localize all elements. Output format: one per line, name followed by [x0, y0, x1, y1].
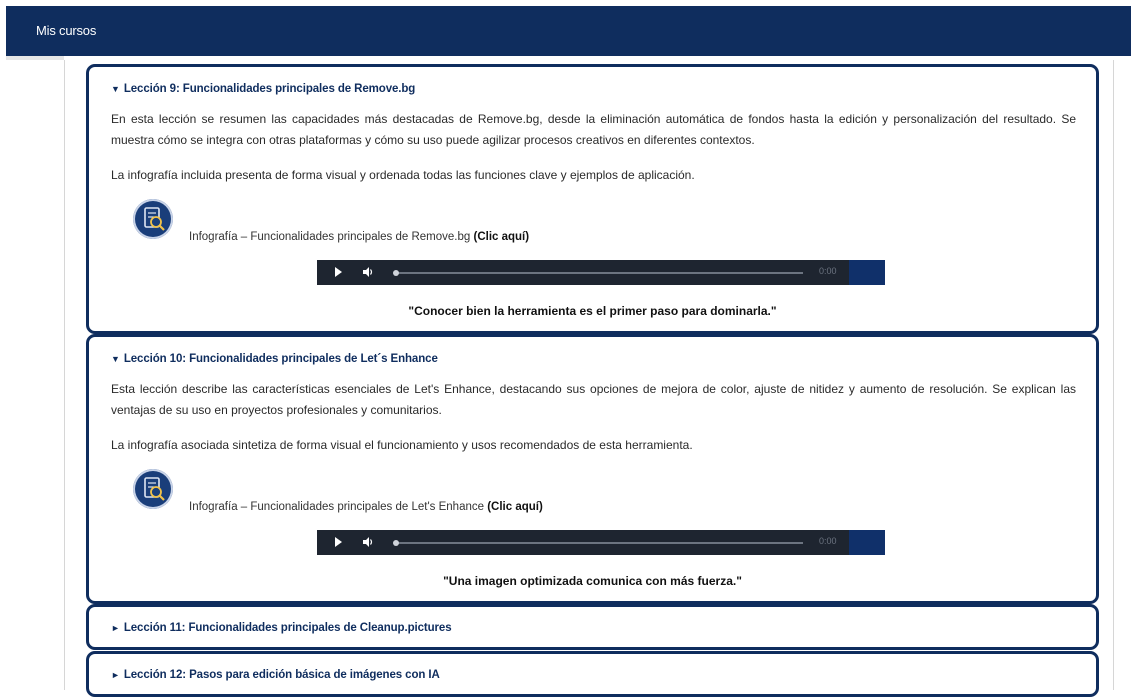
lesson-10-toggle[interactable]: ▼ Lección 10: Funcionalidades principales… — [111, 353, 438, 365]
lesson-10-section: ▼ Lección 10: Funcionalidades principales… — [86, 334, 1099, 604]
lesson-11-toggle[interactable]: ► Lección 11: Funcionalidades principales… — [111, 622, 452, 634]
top-navbar: Mis cursos — [6, 6, 1131, 56]
lesson-10-infographic-line: Infografía – Funcionalidades principales… — [189, 501, 543, 513]
lesson-9-section: ▼ Lección 9: Funcionalidades principales … — [86, 64, 1099, 334]
lesson-12-section[interactable]: ► Lección 12: Pasos para edición básica d… — [86, 651, 1099, 697]
nav-active-indicator — [6, 56, 64, 60]
audio-progress-track[interactable] — [395, 542, 803, 544]
volume-icon[interactable] — [362, 536, 374, 548]
volume-icon[interactable] — [362, 266, 374, 278]
play-icon[interactable] — [335, 267, 342, 277]
content-right-border — [1113, 60, 1114, 690]
audio-time: 0:00 — [819, 536, 837, 546]
audio-progress-handle[interactable] — [393, 270, 399, 276]
lesson-9-quote: "Conocer bien la herramienta es el prime… — [408, 304, 777, 318]
lesson-9-infographic-link[interactable]: (Clic aquí) — [473, 231, 529, 243]
lesson-9-toggle[interactable]: ▼ Lección 9: Funcionalidades principales … — [111, 83, 415, 95]
lesson-10-infographic-intro: La infografía asociada sintetiza de form… — [111, 438, 693, 452]
lesson-11-title: Lección 11: Funcionalidades principales … — [123, 622, 452, 634]
lesson-9-title: Lección 9: Funcionalidades principales d… — [123, 83, 416, 95]
audio-progress-track[interactable] — [395, 272, 803, 274]
audio-controls-bar: 0:00 — [317, 530, 849, 555]
document-magnifier-icon — [133, 199, 173, 239]
lesson-9-infographic-line: Infografía – Funcionalidades principales… — [189, 231, 529, 243]
lesson-11-section[interactable]: ► Lección 11: Funcionalidades principales… — [86, 604, 1099, 650]
lesson-9-audio-player: 0:00 — [317, 260, 885, 285]
collapse-arrow-icon: ▼ — [111, 354, 120, 364]
document-magnifier-icon — [133, 469, 173, 509]
lesson-10-infographic-label: Infografía – Funcionalidades principales… — [189, 501, 488, 513]
lesson-10-quote: "Una imagen optimizada comunica con más … — [443, 574, 742, 588]
content-left-border — [64, 60, 65, 690]
collapse-arrow-icon: ▼ — [111, 84, 120, 94]
expand-arrow-icon: ► — [111, 623, 120, 633]
lesson-10-description: Esta lección describe las característica… — [111, 382, 1076, 417]
lesson-12-title: Lección 12: Pasos para edición básica de… — [123, 669, 440, 681]
lesson-9-description: En esta lección se resumen las capacidad… — [111, 112, 1076, 147]
lesson-9-infographic-label: Infografía – Funcionalidades principales… — [189, 231, 474, 243]
audio-controls-bar: 0:00 — [317, 260, 849, 285]
lesson-10-title: Lección 10: Funcionalidades principales … — [123, 353, 438, 365]
audio-progress-handle[interactable] — [393, 540, 399, 546]
audio-time: 0:00 — [819, 266, 837, 276]
play-icon[interactable] — [335, 537, 342, 547]
expand-arrow-icon: ► — [111, 670, 120, 680]
my-courses-link[interactable]: Mis cursos — [36, 23, 96, 38]
lesson-12-toggle[interactable]: ► Lección 12: Pasos para edición básica d… — [111, 669, 440, 681]
lesson-10-audio-player: 0:00 — [317, 530, 885, 555]
lesson-10-infographic-link[interactable]: (Clic aquí) — [487, 501, 543, 513]
lesson-9-infographic-intro: La infografía incluida presenta de forma… — [111, 168, 695, 182]
